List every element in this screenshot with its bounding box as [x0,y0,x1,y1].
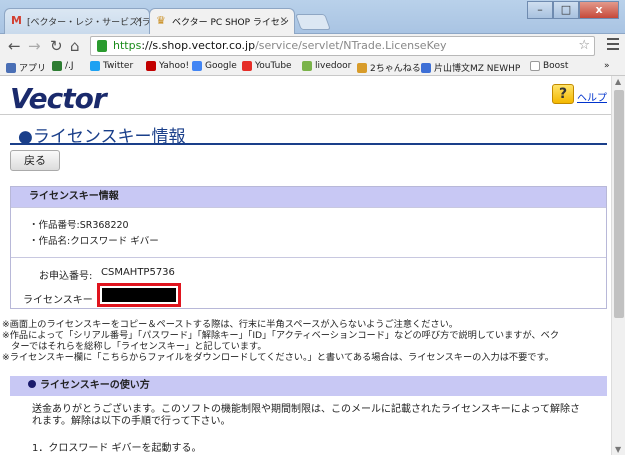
maximize-button[interactable]: □ [553,1,579,19]
forward-arrow-icon[interactable]: → [28,37,41,55]
box-divider [11,257,606,258]
bookmark-boost[interactable]: Boost [530,61,568,71]
bookmark-dotj[interactable]: /.J [52,61,74,71]
header-divider [0,114,611,115]
bookmarks-bar: アプリ /.J Twitter Yahoo! Google YouTube li… [0,58,625,76]
bookmark-star-icon[interactable]: ☆ [578,37,590,55]
page-icon [530,61,540,71]
note-line: ※ライセンスキー欄に「こちらからファイルをダウンロードしてください。」と書いてあ… [2,352,554,363]
product-number: ・作品番号:SR368220 [29,220,129,231]
box-divider [11,207,606,208]
google-icon [192,61,202,71]
bookmark-livedoor[interactable]: livedoor [302,61,351,71]
twitter-icon [90,61,100,71]
help-link[interactable]: ヘルプ [577,89,607,104]
bookmark-label: Google [205,61,237,71]
bookmark-youtube[interactable]: YouTube [242,61,292,71]
bookmark-label: 片山博文MZ NEWHP [434,64,521,74]
url-scheme: https [113,39,142,52]
chrome-menu-icon[interactable] [607,38,619,50]
url-path: /service/servlet/NTrade.LicenseKey [255,39,447,52]
bookmark-twitter[interactable]: Twitter [90,61,133,71]
close-window-button[interactable]: x [579,1,619,19]
notes: ※画面上のライセンスキーをコピー＆ペーストする際は、行末に半角スペースが入らない… [2,319,608,363]
bookmarks-more[interactable]: » [604,61,610,71]
browser-toolbar: ← → ↻ ⌂ https://s.shop.vector.co.jp/serv… [0,34,625,58]
vertical-scrollbar[interactable]: ▲ ▼ [611,76,625,455]
bookmark-katayama[interactable]: 片山博文MZ NEWHP [421,61,520,74]
bookmark-label: YouTube [255,61,292,71]
katayama-icon [421,62,431,73]
bookmark-apps[interactable]: アプリ [6,61,46,74]
usage-body: 送金ありがとうございます。このソフトの機能制限や期間制限は、このメールに記載され… [32,404,602,428]
window-controls: – □ x [527,1,619,19]
redacted-license-key [102,288,176,302]
usage-line: 送金ありがとうございます。このソフトの機能制限や期間制限は、このメールに記載され… [32,404,580,415]
page-content: Vector ? ヘルプ ●ライセンスキー情報 戻る ライセンスキー情報 ・作品… [0,76,611,455]
usage-step-1: 1．クロスワード ギバーを起動する。 [32,443,202,454]
vector-logo[interactable]: Vector [10,82,107,115]
help-icon[interactable]: ? [552,84,574,104]
minimize-button[interactable]: – [527,1,553,19]
yahoo-icon [146,61,156,71]
license-key-label: ライセンスキー [23,295,93,306]
license-info-header: ライセンスキー情報 [11,187,606,207]
bookmark-label: Twitter [103,61,134,71]
bookmark-google[interactable]: Google [192,61,237,71]
usage-section-title: ライセンスキーの使い方 [40,380,150,391]
youtube-icon [242,61,252,71]
close-tab-icon[interactable]: × [280,15,288,26]
tab-vector-regi-service[interactable]: M [ベクター・レジ・サービス]ライセ × [4,8,150,34]
bookmark-label: 2ちゃんねる [370,64,421,74]
scrollbar-thumb[interactable] [614,90,624,318]
url-host: ://s.shop.vector.co.jp [141,39,256,52]
bookmark-yahoo[interactable]: Yahoo! [146,61,189,71]
home-icon[interactable]: ⌂ [70,37,80,55]
scroll-down-icon[interactable]: ▼ [615,445,621,454]
bullet-icon [28,380,36,388]
bookmark-2ch[interactable]: 2ちゃんねる [357,61,421,74]
livedoor-icon [302,61,312,71]
close-tab-icon[interactable]: × [135,15,143,26]
gmail-icon: M [11,14,22,27]
title-underline [10,143,607,145]
bookmark-label: Yahoo! [159,61,190,71]
title-bar: M [ベクター・レジ・サービス]ライセ × ♛ ベクター PC SHOP ライセ… [0,0,625,34]
more-chevron-icon: » [604,61,610,71]
bookmark-label: Boost [543,61,569,71]
bookmark-label: livedoor [315,61,352,71]
note-line: ターではそれらを総称し「ライセンスキー」と記しています。 [2,341,267,352]
usage-section-header: ライセンスキーの使い方 [10,376,607,396]
apps-icon [6,62,16,73]
back-button[interactable]: 戻る [10,150,60,171]
order-number-value: CSMAHTP5736 [101,267,175,278]
license-info-box: ライセンスキー情報 ・作品番号:SR368220 ・作品名:クロスワード ギバー… [10,186,607,309]
tab-title: [ベクター・レジ・サービス]ライセ [27,18,150,28]
2ch-icon [357,62,367,73]
vector-favicon-icon: ♛ [156,14,166,27]
address-bar[interactable]: https://s.shop.vector.co.jp/service/serv… [90,36,595,56]
note-line: ※作品によって「シリアル番号」「パスワード」「解除キー」「ID」「アクティベーシ… [2,330,560,341]
usage-line: れます。解除は以下の手順で行って下さい。 [32,416,231,427]
note-line: ※画面上のライセンスキーをコピー＆ペーストする際は、行末に半角スペースが入らない… [2,319,458,330]
bookmark-label: /.J [65,61,74,71]
tab-title: ベクター PC SHOP ライセン [172,18,289,28]
order-number-label: お申込番号: [39,271,93,282]
product-name: ・作品名:クロスワード ギバー [29,236,159,247]
dotj-icon [52,61,62,71]
back-arrow-icon[interactable]: ← [8,37,21,55]
scroll-up-icon[interactable]: ▲ [615,77,621,86]
tab-vector-pc-shop[interactable]: ♛ ベクター PC SHOP ライセン × [149,8,295,34]
license-key-field[interactable] [97,283,181,307]
bookmark-label: アプリ [19,64,47,74]
reload-icon[interactable]: ↻ [50,37,63,55]
lock-icon [97,40,107,52]
new-tab-button[interactable] [295,14,331,30]
